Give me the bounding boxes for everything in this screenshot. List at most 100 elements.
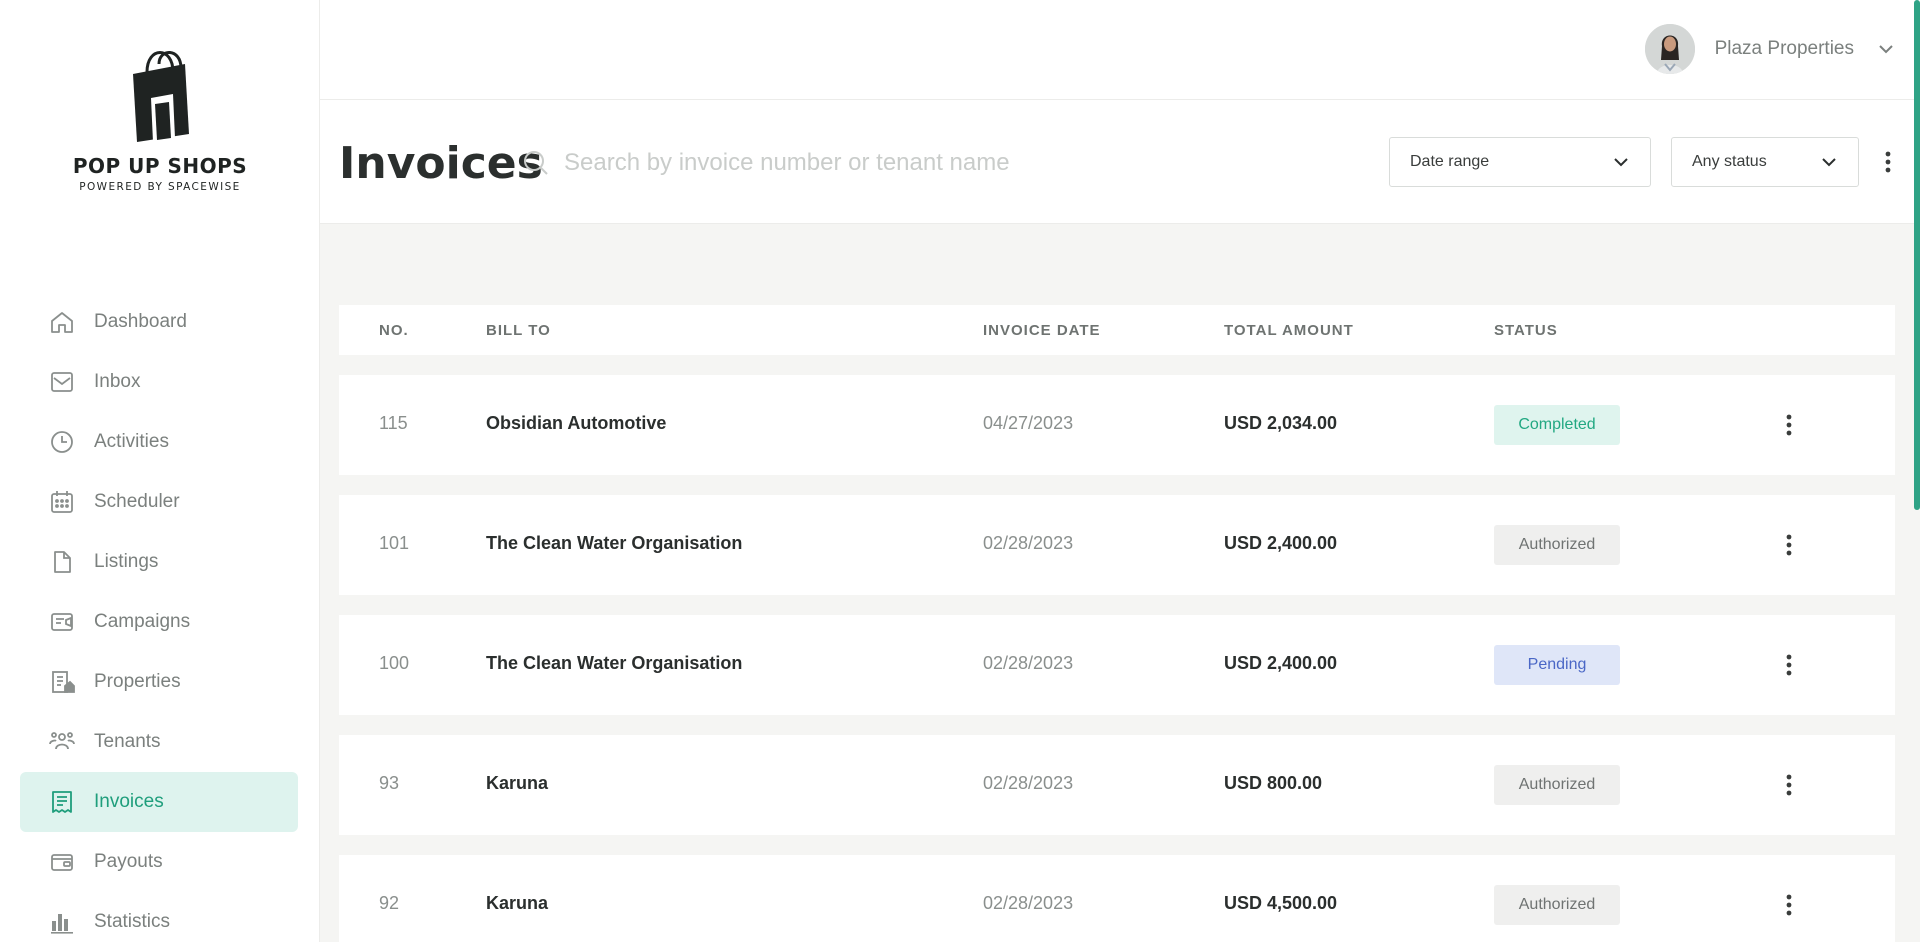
total-amount: USD 800.00 bbox=[1224, 773, 1323, 793]
invoice-number: 115 bbox=[379, 413, 408, 433]
column-header-total-amount[interactable]: TOTAL AMOUNT bbox=[1224, 322, 1354, 339]
search-bar bbox=[522, 144, 1162, 182]
wallet-icon bbox=[48, 848, 76, 876]
row-actions-button[interactable] bbox=[1779, 411, 1799, 439]
building-icon bbox=[48, 668, 76, 696]
avatar bbox=[1644, 24, 1695, 74]
kebab-menu-icon bbox=[1786, 654, 1792, 676]
calendar-icon bbox=[48, 488, 76, 516]
page-title: Invoices bbox=[339, 138, 543, 189]
row-actions-button[interactable] bbox=[1779, 531, 1799, 559]
invoice-date: 02/28/2023 bbox=[983, 893, 1074, 913]
total-amount: USD 4,500.00 bbox=[1224, 893, 1338, 913]
row-actions-button[interactable] bbox=[1779, 891, 1799, 919]
bill-to: Karuna bbox=[486, 893, 549, 913]
total-amount: USD 2,400.00 bbox=[1224, 653, 1338, 673]
more-options-button[interactable] bbox=[1878, 148, 1898, 176]
sidebar-item-label: Payouts bbox=[94, 851, 163, 872]
top-bar: Plaza Properties bbox=[320, 0, 1920, 100]
status-filter-dropdown[interactable]: Any status bbox=[1671, 137, 1859, 187]
table-row[interactable]: 115 Obsidian Automotive 04/27/2023 USD 2… bbox=[339, 375, 1895, 475]
sidebar-item-label: Tenants bbox=[94, 731, 161, 752]
sidebar-item-inbox[interactable]: Inbox bbox=[20, 352, 298, 412]
row-actions-button[interactable] bbox=[1779, 651, 1799, 679]
mail-icon bbox=[48, 368, 76, 396]
sidebar-item-properties[interactable]: Properties bbox=[20, 652, 298, 712]
sidebar-item-statistics[interactable]: Statistics bbox=[20, 892, 298, 942]
total-amount: USD 2,034.00 bbox=[1224, 413, 1338, 433]
row-actions-button[interactable] bbox=[1779, 771, 1799, 799]
column-header-no[interactable]: NO. bbox=[379, 322, 409, 339]
status-badge: Authorized bbox=[1494, 885, 1620, 925]
kebab-menu-icon bbox=[1786, 894, 1792, 916]
chevron-down-icon bbox=[1822, 158, 1836, 167]
kebab-menu-icon bbox=[1786, 774, 1792, 796]
sidebar-item-label: Campaigns bbox=[94, 611, 191, 632]
home-icon bbox=[48, 308, 76, 336]
table-header: NO. BILL TO INVOICE DATE TOTAL AMOUNT ST… bbox=[339, 305, 1895, 355]
people-icon bbox=[48, 728, 76, 756]
table-row[interactable]: 100 The Clean Water Organisation 02/28/2… bbox=[339, 615, 1895, 715]
status-badge: Authorized bbox=[1494, 525, 1620, 565]
invoice-date: 02/28/2023 bbox=[983, 533, 1074, 553]
table-row[interactable]: 101 The Clean Water Organisation 02/28/2… bbox=[339, 495, 1895, 595]
sidebar-item-payouts[interactable]: Payouts bbox=[20, 832, 298, 892]
bill-to: The Clean Water Organisation bbox=[486, 653, 743, 673]
table-row[interactable]: 93 Karuna 02/28/2023 USD 800.00 Authoriz… bbox=[339, 735, 1895, 835]
brand-logo[interactable]: POP UP SHOPS POWERED BY SPACEWISE bbox=[60, 42, 260, 193]
brand-title: POP UP SHOPS bbox=[72, 154, 248, 178]
sidebar-item-invoices[interactable]: Invoices bbox=[20, 772, 298, 832]
total-amount: USD 2,400.00 bbox=[1224, 533, 1338, 553]
invoice-date: 02/28/2023 bbox=[983, 773, 1074, 793]
sidebar-item-scheduler[interactable]: Scheduler bbox=[20, 472, 298, 532]
bar-chart-icon bbox=[48, 908, 76, 936]
kebab-menu-icon bbox=[1885, 151, 1891, 173]
sidebar-item-listings[interactable]: Listings bbox=[20, 532, 298, 592]
invoice-number: 100 bbox=[379, 653, 410, 673]
bill-to: The Clean Water Organisation bbox=[486, 533, 743, 553]
column-header-bill-to[interactable]: BILL TO bbox=[486, 322, 551, 339]
sidebar-item-campaigns[interactable]: Campaigns bbox=[20, 592, 298, 652]
page-header: Invoices Date range Any status bbox=[320, 100, 1920, 224]
kebab-menu-icon bbox=[1786, 414, 1792, 436]
column-header-invoice-date[interactable]: INVOICE DATE bbox=[983, 322, 1101, 339]
invoice-number: 93 bbox=[379, 773, 400, 793]
date-range-label: Date range bbox=[1410, 153, 1490, 170]
sidebar-item-label: Activities bbox=[94, 431, 169, 452]
bill-to: Obsidian Automotive bbox=[486, 413, 667, 433]
brand-subtitle: POWERED BY SPACEWISE bbox=[79, 181, 241, 193]
shopping-bag-icon bbox=[133, 51, 189, 142]
sidebar-item-label: Scheduler bbox=[94, 491, 180, 512]
status-filter-label: Any status bbox=[1692, 153, 1767, 170]
account-name: Plaza Properties bbox=[1714, 38, 1854, 59]
account-menu[interactable]: Plaza Properties bbox=[1644, 24, 1896, 74]
receipt-icon bbox=[48, 788, 76, 816]
bill-to: Karuna bbox=[486, 773, 549, 793]
clock-icon bbox=[48, 428, 76, 456]
search-input[interactable] bbox=[564, 149, 1124, 177]
sidebar-item-label: Dashboard bbox=[94, 311, 187, 332]
invoices-table: NO. BILL TO INVOICE DATE TOTAL AMOUNT ST… bbox=[339, 305, 1895, 942]
sidebar-item-label: Properties bbox=[94, 671, 181, 692]
kebab-menu-icon bbox=[1786, 534, 1792, 556]
invoice-number: 92 bbox=[379, 893, 400, 913]
sidebar-item-label: Invoices bbox=[94, 791, 164, 812]
sidebar-item-dashboard[interactable]: Dashboard bbox=[20, 292, 298, 352]
sidebar-item-label: Listings bbox=[94, 551, 159, 572]
invoice-date: 02/28/2023 bbox=[983, 653, 1074, 673]
sidebar: POP UP SHOPS POWERED BY SPACEWISE Dashbo… bbox=[0, 0, 320, 942]
status-badge: Authorized bbox=[1494, 765, 1620, 805]
invoice-date: 04/27/2023 bbox=[983, 413, 1074, 433]
chevron-down-icon bbox=[1879, 45, 1893, 54]
date-range-dropdown[interactable]: Date range bbox=[1389, 137, 1651, 187]
column-header-status[interactable]: STATUS bbox=[1494, 322, 1558, 339]
sidebar-item-label: Inbox bbox=[94, 371, 141, 392]
table-row[interactable]: 92 Karuna 02/28/2023 USD 4,500.00 Author… bbox=[339, 855, 1895, 942]
vertical-scrollbar[interactable] bbox=[1914, 0, 1920, 510]
sidebar-item-activities[interactable]: Activities bbox=[20, 412, 298, 472]
search-icon bbox=[524, 151, 548, 175]
chevron-down-icon bbox=[1614, 158, 1628, 167]
sidebar-nav: Dashboard Inbox Activities Scheduler Lis… bbox=[20, 292, 298, 942]
sidebar-item-tenants[interactable]: Tenants bbox=[20, 712, 298, 772]
document-icon bbox=[48, 548, 76, 576]
